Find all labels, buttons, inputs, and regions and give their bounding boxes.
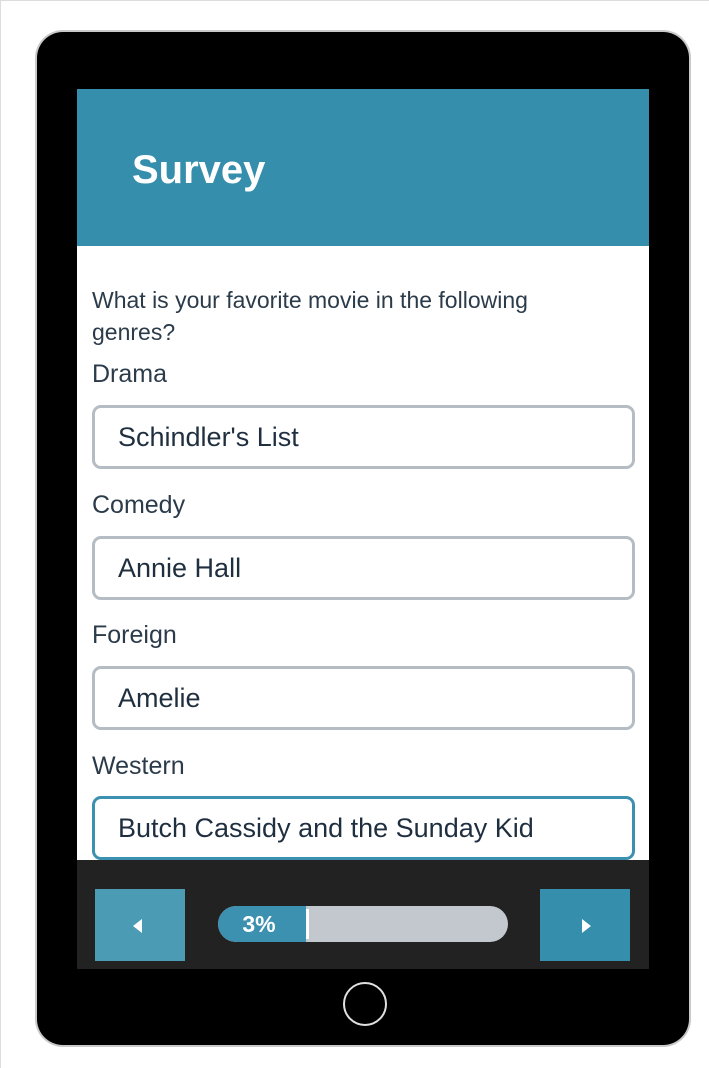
progress-bar: 3% bbox=[218, 906, 508, 942]
page-frame: Survey What is your favorite movie in th… bbox=[0, 0, 709, 1068]
western-label: Western bbox=[92, 752, 185, 780]
home-button[interactable] bbox=[343, 982, 387, 1026]
survey-footer: 3% bbox=[77, 860, 649, 969]
caret-left-icon bbox=[133, 919, 142, 933]
western-input[interactable] bbox=[92, 796, 635, 860]
tablet-device: Survey What is your favorite movie in th… bbox=[37, 32, 689, 1045]
survey-header: Survey bbox=[77, 89, 649, 246]
page-title: Survey bbox=[132, 148, 266, 192]
progress-bar-marker bbox=[306, 909, 309, 939]
question-text: What is your favorite movie in the follo… bbox=[92, 287, 528, 345]
progress-percent: 3% bbox=[242, 911, 276, 937]
drama-label: Drama bbox=[92, 360, 168, 388]
drama-input[interactable] bbox=[92, 405, 635, 469]
caret-right-icon bbox=[582, 919, 591, 933]
foreign-input[interactable] bbox=[92, 666, 635, 730]
tablet-screen: Survey What is your favorite movie in th… bbox=[77, 89, 649, 969]
comedy-input[interactable] bbox=[92, 536, 635, 600]
previous-page-button[interactable] bbox=[95, 889, 185, 961]
foreign-label: Foreign bbox=[92, 621, 177, 649]
comedy-label: Comedy bbox=[92, 491, 186, 519]
next-page-button[interactable] bbox=[540, 889, 630, 961]
